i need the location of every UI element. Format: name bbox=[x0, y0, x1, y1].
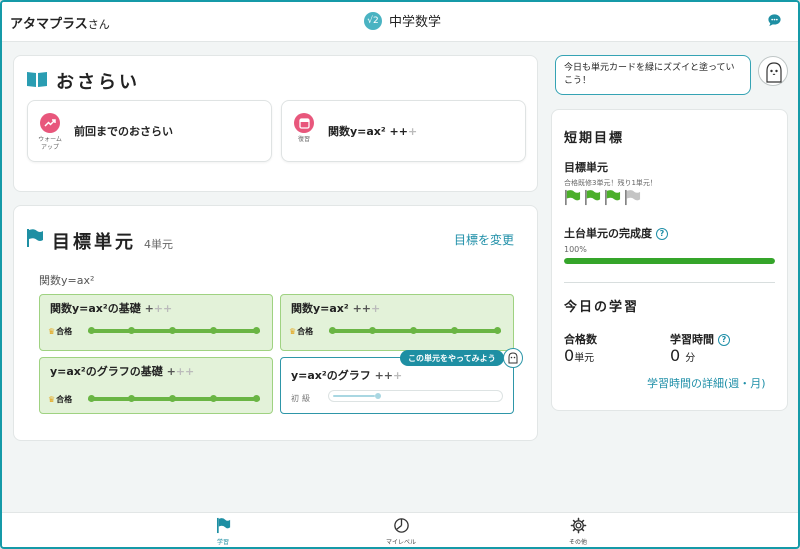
review-title: おさらい bbox=[26, 68, 140, 94]
crown-icon: ♛ bbox=[48, 327, 56, 336]
stats-card: 短期目標 目標単元 合格既修3単元！残り1単元！ 土台単元の完成度? 100% … bbox=[551, 109, 788, 411]
progress-track bbox=[329, 327, 501, 334]
notebook-icon bbox=[294, 113, 314, 133]
trend-up-icon bbox=[40, 113, 60, 133]
pie-chart-icon bbox=[393, 518, 409, 533]
target-unit-note: 合格既修3単元！残り1単元！ bbox=[564, 179, 657, 187]
mascot-icon bbox=[503, 348, 523, 368]
nav-study[interactable]: 学習 bbox=[193, 517, 253, 546]
help-icon[interactable]: ? bbox=[656, 227, 668, 240]
short-term-title: 短期目標 bbox=[564, 131, 625, 146]
subject-label: 中学数学 bbox=[389, 15, 442, 30]
review-recap[interactable]: 復習 関数y=ax² +++ bbox=[281, 100, 526, 162]
passed-count-value: 0単元 bbox=[564, 346, 595, 365]
passed-count-label: 合格数 bbox=[564, 333, 597, 346]
flag-todo-icon bbox=[625, 189, 641, 206]
study-time-label: 学習時間? bbox=[670, 331, 730, 347]
unit-name: y=ax²のグラフ bbox=[291, 369, 371, 382]
unit-card[interactable]: 関数y=ax² +++ ♛ 合格 bbox=[280, 294, 514, 351]
foundation-value: 100% bbox=[564, 245, 587, 254]
passed-badge: ♛ 合格 bbox=[48, 395, 73, 404]
divider bbox=[564, 282, 775, 283]
flag-done-icon bbox=[585, 189, 601, 206]
help-icon[interactable]: ? bbox=[718, 333, 730, 346]
goal-count: 4単元 bbox=[144, 238, 173, 251]
nav-other[interactable]: その他 bbox=[548, 517, 608, 546]
level-label: 初級 bbox=[291, 394, 313, 403]
mascot-icon[interactable] bbox=[758, 56, 788, 86]
unit-name: 関数y=ax²の基礎 bbox=[50, 302, 141, 315]
unit-progress-track bbox=[328, 390, 503, 402]
review-warmup[interactable]: ウォーム アップ 前回までのおさらい bbox=[27, 100, 272, 162]
progress-track bbox=[88, 327, 260, 334]
warmup-caption: ウォーム アップ bbox=[38, 136, 62, 151]
target-unit-label: 目標単元 bbox=[564, 161, 608, 174]
crown-icon: ♛ bbox=[48, 395, 56, 404]
today-title: 今日の学習 bbox=[564, 300, 640, 315]
group-label: 関数y=ax² bbox=[39, 274, 95, 287]
bottom-nav: 学習 マイレベル その他 bbox=[2, 512, 798, 547]
review-card: おさらい ウォーム アップ 前回までのおさらい 復習 関数y=ax² +++ bbox=[13, 55, 538, 192]
book-icon bbox=[27, 72, 47, 87]
passed-badge: ♛ 合格 bbox=[48, 327, 73, 336]
unit-card[interactable]: y=ax²のグラフの基礎 +++ ♛ 合格 bbox=[39, 357, 273, 414]
user-name: アタマプラスさん bbox=[10, 17, 110, 32]
flag-icon bbox=[27, 229, 43, 247]
warmup-label: 前回までのおさらい bbox=[74, 125, 173, 138]
crown-icon: ♛ bbox=[289, 327, 297, 336]
foundation-label: 土台単元の完成度? bbox=[564, 225, 668, 241]
study-time-value: 0 分 bbox=[670, 346, 696, 365]
recap-label: 関数y=ax² +++ bbox=[328, 125, 418, 138]
change-goal-link[interactable]: 目標を変更 bbox=[454, 231, 514, 248]
nav-my-level[interactable]: マイレベル bbox=[371, 517, 431, 546]
passed-badge: ♛ 合格 bbox=[289, 327, 314, 336]
flag-done-icon bbox=[565, 189, 581, 206]
progress-track bbox=[88, 395, 260, 402]
sqrt-icon: √2 bbox=[364, 11, 382, 30]
chat-icon[interactable] bbox=[767, 13, 782, 28]
goal-flags bbox=[564, 189, 641, 206]
goal-title: 目標単元 4単元 bbox=[26, 228, 173, 254]
header: アタマプラスさん √2 中学数学 bbox=[2, 2, 798, 42]
unit-name: 関数y=ax² bbox=[291, 302, 349, 315]
gear-icon bbox=[570, 517, 586, 534]
subject-selector[interactable]: √2 中学数学 bbox=[364, 11, 441, 30]
unit-card[interactable]: 関数y=ax²の基礎 +++ ♛ 合格 bbox=[39, 294, 273, 351]
app-window: アタマプラスさん √2 中学数学 おさらい ウォームアップ 前回までのおさらい bbox=[0, 0, 800, 549]
unit-name: y=ax²のグラフの基礎 bbox=[50, 365, 163, 378]
mascot-message: 今日も単元カードを緑にズズイと塗っていこう！ bbox=[555, 55, 751, 95]
study-time-detail-link[interactable]: 学習時間の詳細(週・月) bbox=[647, 375, 766, 391]
flag-icon bbox=[216, 517, 230, 534]
unit-card-current[interactable]: この単元をやってみよう y=ax²のグラフ +++ 初級 bbox=[280, 348, 523, 414]
flag-done-icon bbox=[605, 189, 621, 206]
goal-card: 目標単元 4単元 目標を変更 関数y=ax² 関数y=ax²の基礎 +++ ♛ 合… bbox=[13, 205, 538, 441]
try-unit-tooltip[interactable]: この単元をやってみよう bbox=[400, 350, 504, 366]
recap-caption: 復習 bbox=[297, 136, 310, 143]
foundation-progress bbox=[564, 258, 775, 264]
